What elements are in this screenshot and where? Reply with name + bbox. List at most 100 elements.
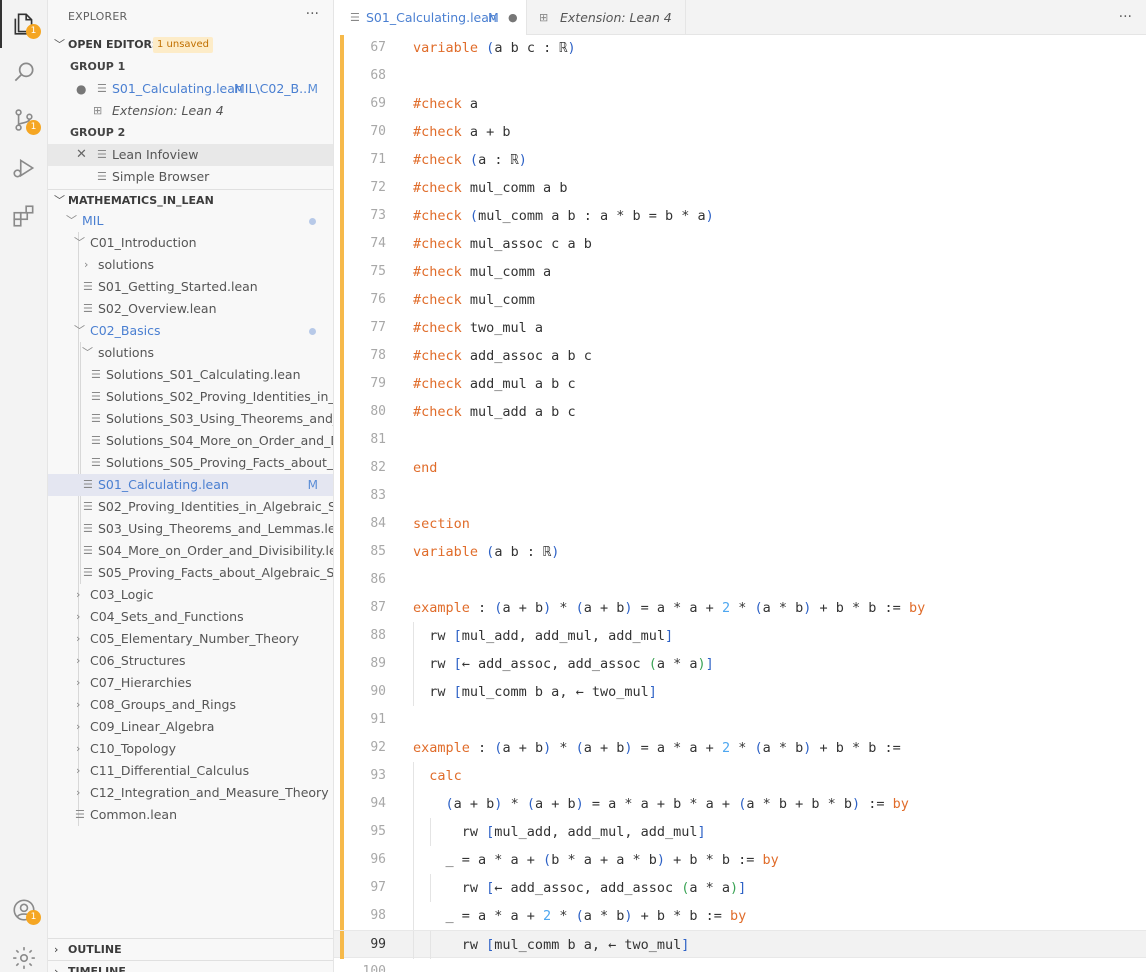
code-line[interactable]: 88 rw [mul_add, add_mul, add_mul] <box>334 622 1146 650</box>
code-line[interactable]: 97 rw [← add_assoc, add_assoc (a * a)] <box>334 874 1146 902</box>
code-line[interactable]: 100 <box>334 958 1146 972</box>
timeline-header[interactable]: › TIMELINE <box>48 960 333 972</box>
open-editor-item[interactable]: ✕ ☰ Lean Infoview <box>48 144 333 166</box>
code-line[interactable]: 99 rw [mul_comm b a, ← two_mul] <box>334 930 1146 959</box>
code-text: calc <box>413 762 462 790</box>
tree-file[interactable]: ☰ Solutions_S01_Calculating.lean <box>48 364 333 386</box>
code-line[interactable]: 90 rw [mul_comm b a, ← two_mul] <box>334 678 1146 706</box>
code-line[interactable]: 96 _ = a * a + (b * a + a * b) + b * b :… <box>334 846 1146 874</box>
file-icon: ☰ <box>91 412 101 425</box>
code-token: ( <box>526 796 535 812</box>
code-line[interactable]: 91 <box>334 706 1146 734</box>
tree-folder-mil[interactable]: ﹀ MIL <box>48 210 333 232</box>
code-line[interactable]: 84 section <box>334 510 1146 538</box>
code-text: section <box>413 510 470 538</box>
run-debug-icon[interactable] <box>0 144 48 192</box>
dirty-dot-icon[interactable]: ● <box>508 0 518 35</box>
close-icon[interactable]: ✕ <box>76 144 87 166</box>
code-line[interactable]: 69 #check a <box>334 90 1146 118</box>
dirty-dot-icon[interactable]: ● <box>76 78 86 100</box>
code-token: a * b + b * b <box>746 796 852 812</box>
code-line[interactable]: 98 _ = a * a + 2 * (a * b) + b * b := by <box>334 902 1146 930</box>
code-line[interactable]: 78 #check add_assoc a b c <box>334 342 1146 370</box>
tree-folder[interactable]: › C11_Differential_Calculus <box>48 760 333 782</box>
tree-file[interactable]: ☰ S04_More_on_Order_and_Divisibility.lea… <box>48 540 333 562</box>
code-token: by <box>762 852 779 868</box>
tree-folder[interactable]: › C12_Integration_and_Measure_Theory <box>48 782 333 804</box>
more-actions-icon[interactable]: ··· <box>1119 0 1132 35</box>
code-line[interactable]: 94 (a + b) * (a + b) = a * a + b * a + (… <box>334 790 1146 818</box>
tree-file[interactable]: ☰ Common.lean <box>48 804 333 826</box>
code-line[interactable]: 75 #check mul_comm a <box>334 258 1146 286</box>
tree-file-selected[interactable]: ☰ S01_Calculating.lean M <box>48 474 333 496</box>
code-line[interactable]: 82 end <box>334 454 1146 482</box>
code-token: ) <box>697 656 706 672</box>
code-text: #check two_mul a <box>413 314 543 342</box>
code-line[interactable]: 86 <box>334 566 1146 594</box>
tree-file[interactable]: ☰ Solutions_S04_More_on_Order_and_D... <box>48 430 333 452</box>
code-line[interactable]: 80 #check mul_add a b c <box>334 398 1146 426</box>
gear-icon[interactable] <box>0 934 48 972</box>
code-line[interactable]: 77 #check two_mul a <box>334 314 1146 342</box>
tree-folder[interactable]: › C05_Elementary_Number_Theory <box>48 628 333 650</box>
code-line[interactable]: 93 calc <box>334 762 1146 790</box>
code-line[interactable]: 81 <box>334 426 1146 454</box>
tree-folder[interactable]: › C03_Logic <box>48 584 333 606</box>
code-line[interactable]: 72 #check mul_comm a b <box>334 174 1146 202</box>
source-control-icon[interactable]: 1 <box>0 96 48 144</box>
tree-folder[interactable]: › C07_Hierarchies <box>48 672 333 694</box>
open-editors-header[interactable]: ﹀ OPEN EDITORS 1 unsaved <box>48 34 333 56</box>
tab-s01-calculating[interactable]: ☰ S01_Calculating.lean M ● <box>334 0 526 36</box>
tree-file[interactable]: ☰ S02_Proving_Identities_in_Algebraic_St… <box>48 496 333 518</box>
tree-folder[interactable]: › solutions <box>48 254 333 276</box>
code-line[interactable]: 68 <box>334 62 1146 90</box>
explorer-icon[interactable]: 1 <box>0 0 48 48</box>
tree-folder[interactable]: › C09_Linear_Algebra <box>48 716 333 738</box>
open-editor-item[interactable]: ● ☰ S01_Calculating.lean MIL\C02_B... M <box>48 78 333 100</box>
code-line[interactable]: 87 example : (a + b) * (a + b) = a * a + … <box>334 594 1146 622</box>
tree-folder[interactable]: › C04_Sets_and_Functions <box>48 606 333 628</box>
code-line[interactable]: 70 #check a + b <box>334 118 1146 146</box>
code-line[interactable]: 95 rw [mul_add, add_mul, add_mul] <box>334 818 1146 846</box>
code-line[interactable]: 74 #check mul_assoc c a b <box>334 230 1146 258</box>
search-icon[interactable] <box>0 48 48 96</box>
code-token: mul_comm a <box>461 264 552 280</box>
tree-folder[interactable]: ﹀ solutions <box>48 342 333 364</box>
code-token: := <box>860 796 893 812</box>
tree-folder[interactable]: ﹀ C01_Introduction <box>48 232 333 254</box>
extensions-icon[interactable] <box>0 192 48 240</box>
code-line[interactable]: 71 #check (a : ℝ) <box>334 146 1146 174</box>
code-line[interactable]: 85 variable (a b : ℝ) <box>334 538 1146 566</box>
tree-file[interactable]: ☰ S02_Overview.lean <box>48 298 333 320</box>
open-editor-item[interactable]: ☰ Simple Browser <box>48 166 333 188</box>
code-line[interactable]: 89 rw [← add_assoc, add_assoc (a * a)] <box>334 650 1146 678</box>
tree-file[interactable]: ☰ Solutions_S03_Using_Theorems_and_... <box>48 408 333 430</box>
tree-file[interactable]: ☰ S05_Proving_Facts_about_Algebraic_Str.… <box>48 562 333 584</box>
code-line[interactable]: 79 #check add_mul a b c <box>334 370 1146 398</box>
tree-folder[interactable]: ﹀ C02_Basics <box>48 320 333 342</box>
code-editor[interactable]: 67 variable (a b c : ℝ) 68 69 #check a 70 #che… <box>334 35 1146 972</box>
tree-file[interactable]: ☰ S01_Getting_Started.lean <box>48 276 333 298</box>
code-token: #check <box>413 124 462 140</box>
code-line[interactable]: 73 #check (mul_comm a b : a * b = b * a) <box>334 202 1146 230</box>
code-line[interactable]: 92 example : (a + b) * (a + b) = a * a + … <box>334 734 1146 762</box>
tree-folder[interactable]: › C10_Topology <box>48 738 333 760</box>
tree-file[interactable]: ☰ S03_Using_Theorems_and_Lemmas.lean <box>48 518 333 540</box>
tree-file[interactable]: ☰ Solutions_S02_Proving_Identities_in_A.… <box>48 386 333 408</box>
tree-folder[interactable]: › C06_Structures <box>48 650 333 672</box>
code-line[interactable]: 67 variable (a b c : ℝ) <box>334 35 1146 62</box>
outline-header[interactable]: › OUTLINE <box>48 938 333 960</box>
accounts-icon[interactable]: 1 <box>0 886 48 934</box>
code-line[interactable]: 83 <box>334 482 1146 510</box>
workspace-header[interactable]: ﹀ MATHEMATICS_IN_LEAN <box>48 189 333 211</box>
tree-file[interactable]: ☰ Solutions_S05_Proving_Facts_about_A... <box>48 452 333 474</box>
open-editor-item[interactable]: ⊞ Extension: Lean 4 <box>48 100 333 122</box>
tab-extension-lean4[interactable]: ⊞ Extension: Lean 4 <box>526 0 686 35</box>
tree-folder[interactable]: › C08_Groups_and_Rings <box>48 694 333 716</box>
gutter-change-marker <box>340 174 344 202</box>
more-actions-icon[interactable]: ··· <box>306 6 319 22</box>
code-line[interactable]: 76 #check mul_comm <box>334 286 1146 314</box>
gutter-change-marker <box>340 594 344 622</box>
